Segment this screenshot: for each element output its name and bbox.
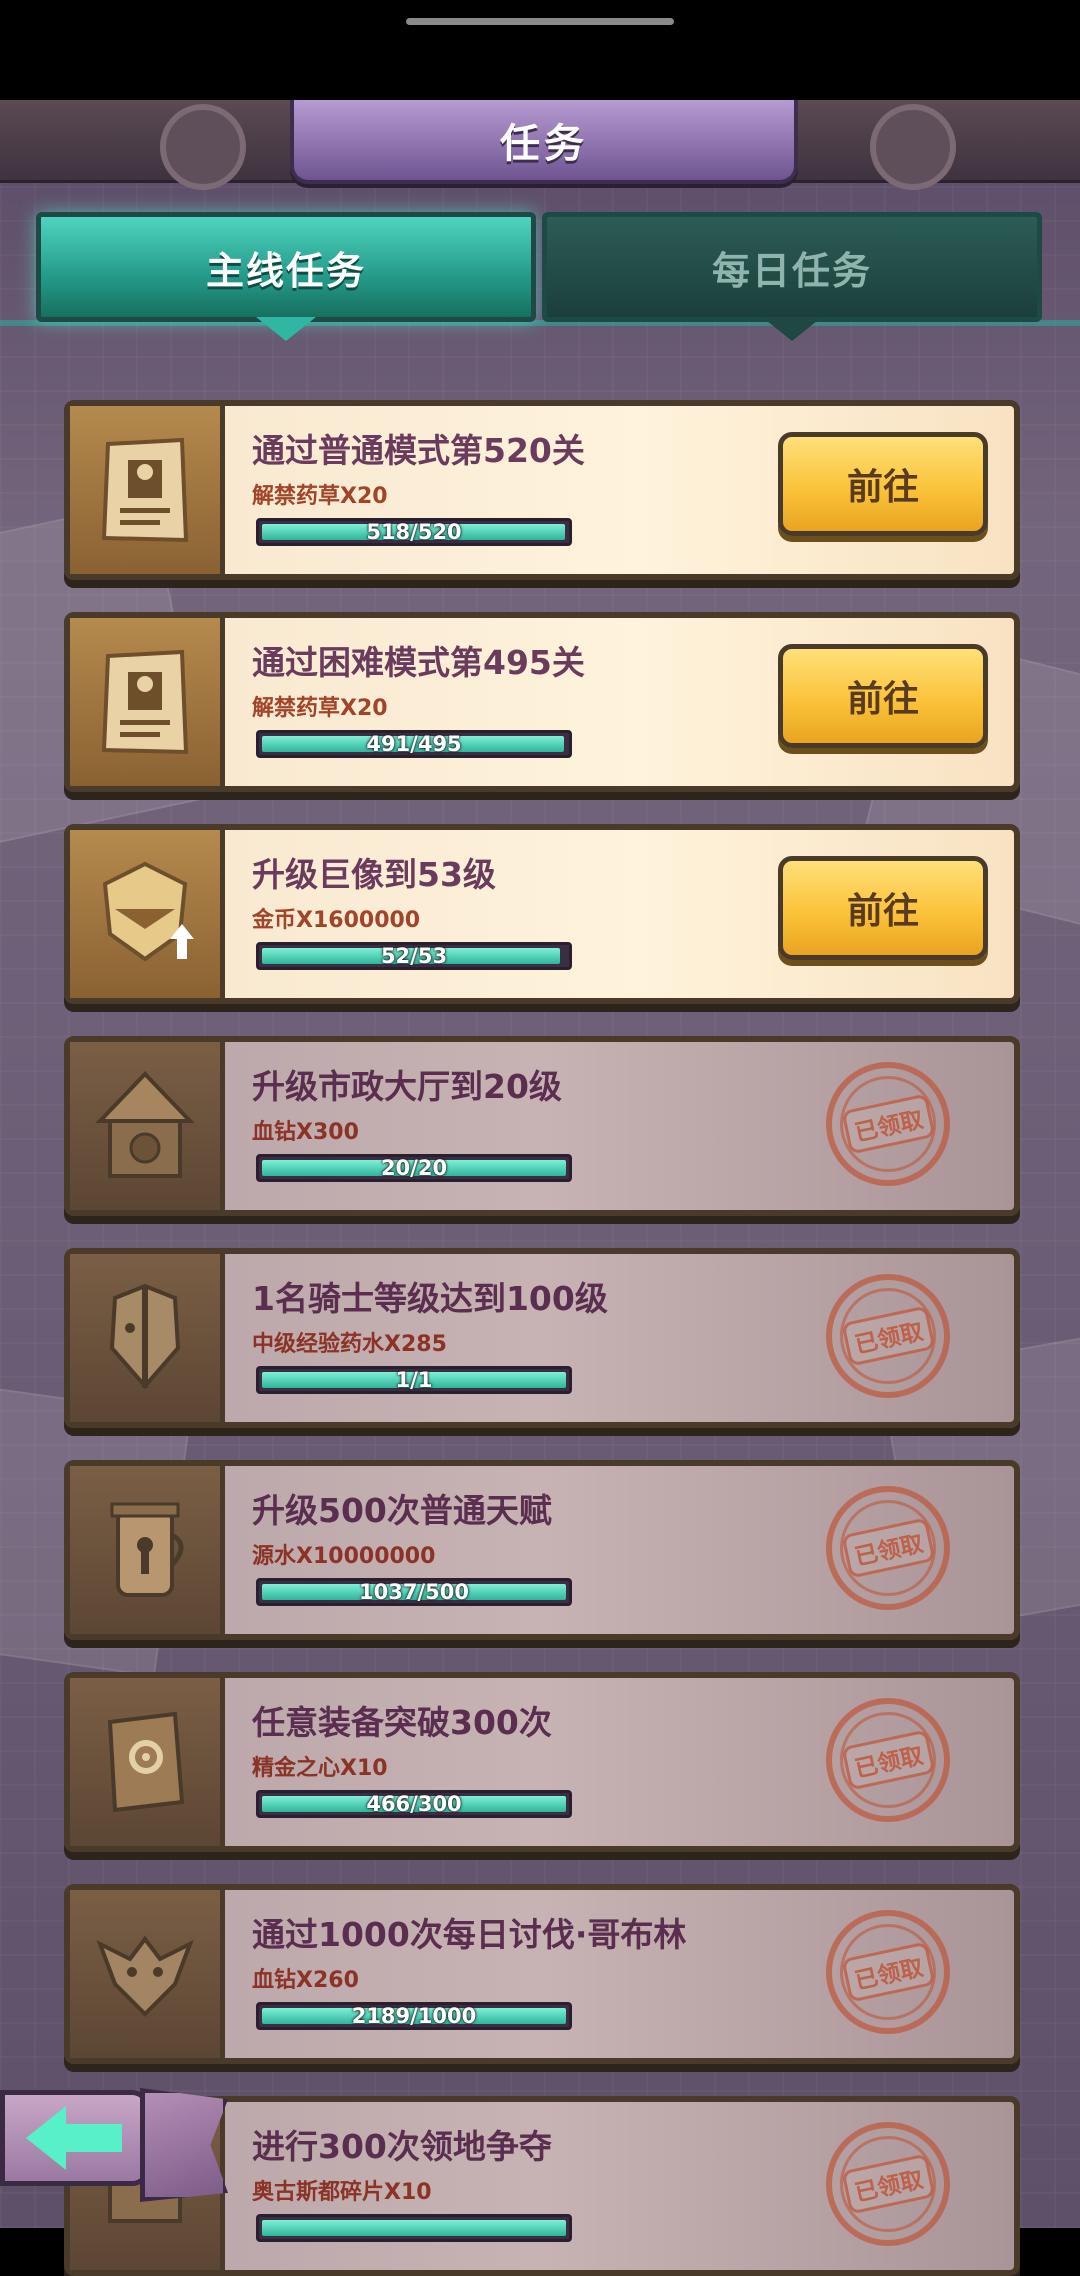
back-button[interactable]: [0, 2080, 228, 2202]
task-reward: 血钻X300: [252, 1120, 359, 1145]
claimed-stamp: 已领取: [826, 1698, 950, 1822]
progress-text: 20/20: [380, 1156, 448, 1180]
task-title: 通过困难模式第495关: [252, 643, 585, 682]
tab-pointer: [256, 317, 316, 341]
claimed-stamp-label: 已领取: [840, 1093, 936, 1155]
gear-decoration-icon: [870, 104, 956, 190]
potion-jar-icon: [70, 1466, 225, 1634]
tab-daily-quests[interactable]: 每日任务: [542, 212, 1042, 341]
flag-decoration-icon: [140, 2088, 228, 2202]
claimed-stamp: 已领取: [826, 1910, 950, 2034]
progress-text: 1037/500: [359, 1580, 469, 1604]
claimed-stamp-label: 已领取: [840, 1305, 936, 1367]
progress-text: [259, 2217, 569, 2239]
claimed-stamp-label: 已领取: [840, 1517, 936, 1579]
go-button[interactable]: 前往: [778, 856, 988, 960]
progress-bar: 20/20: [256, 1154, 572, 1182]
progress-text: 518/520: [366, 520, 462, 544]
task-title: 升级巨像到53级: [252, 855, 496, 894]
town-hall-icon: [70, 1042, 225, 1210]
task-title: 升级500次普通天赋: [252, 1491, 552, 1530]
status-bar: [0, 0, 1080, 100]
goblin-icon: [70, 1890, 225, 2058]
task-reward: 解禁药草X20: [252, 484, 388, 509]
task-title: 任意装备突破300次: [252, 1703, 552, 1742]
task-row[interactable]: 通过1000次每日讨伐·哥布林血钻X260 2189/1000 已领取: [64, 1884, 1020, 2064]
task-row[interactable]: 通过普通模式第520关解禁药草X20 518/520 前往: [64, 400, 1020, 580]
go-button-label: 前往: [846, 891, 919, 932]
task-reward: 解禁药草X20: [252, 696, 388, 721]
back-arrow-icon: [26, 2106, 66, 2170]
task-title: 进行300次领地争夺: [252, 2127, 552, 2166]
claimed-stamp: 已领取: [826, 1274, 950, 1398]
task-title: 通过1000次每日讨伐·哥布林: [252, 1915, 687, 1954]
task-reward: 金币X1600000: [252, 908, 421, 933]
go-button-label: 前往: [846, 679, 919, 720]
page-title: 任务: [500, 121, 588, 167]
progress-bar: 1/1: [256, 1366, 572, 1394]
claimed-stamp-label: 已领取: [840, 1729, 936, 1791]
task-title: 通过普通模式第520关: [252, 431, 585, 470]
title-banner: 任务: [290, 100, 798, 184]
claimed-stamp: 已领取: [826, 2122, 950, 2246]
progress-bar: 518/520: [256, 518, 572, 546]
progress-bar: [256, 2214, 572, 2242]
colossus-helmet-upgrade-icon: [70, 830, 225, 998]
task-row[interactable]: 升级500次普通天赋源水X10000000 1037/500 已领取: [64, 1460, 1020, 1640]
progress-text: 466/300: [366, 1792, 462, 1816]
claimed-stamp: 已领取: [826, 1062, 950, 1186]
progress-bar: 1037/500: [256, 1578, 572, 1606]
progress-bar: 466/300: [256, 1790, 572, 1818]
task-reward: 奥古斯都碎片X10: [252, 2180, 432, 2205]
tab-main-quests[interactable]: 主线任务: [36, 212, 536, 341]
task-row[interactable]: 升级巨像到53级金币X1600000 52/53 前往: [64, 824, 1020, 1004]
progress-text: 491/495: [366, 732, 462, 756]
back-arrow-icon-tail: [64, 2124, 122, 2152]
task-reward: 血钻X260: [252, 1968, 359, 1993]
task-row[interactable]: 1名骑士等级达到100级中级经验药水X285 1/1 已领取: [64, 1248, 1020, 1428]
task-title: 1名骑士等级达到100级: [252, 1279, 608, 1318]
go-button[interactable]: 前往: [778, 644, 988, 748]
tab-pointer: [762, 317, 822, 341]
clock-decoration-icon: [160, 104, 246, 190]
go-button[interactable]: 前往: [778, 432, 988, 536]
progress-bar: 491/495: [256, 730, 572, 758]
knight-portrait-icon: [70, 1254, 225, 1422]
progress-bar: 2189/1000: [256, 2002, 572, 2030]
tab-label: 主线任务: [205, 248, 366, 293]
claimed-stamp: 已领取: [826, 1486, 950, 1610]
wanted-poster-icon: [70, 406, 225, 574]
task-row[interactable]: 升级市政大厅到20级血钻X300 20/20 已领取: [64, 1036, 1020, 1216]
progress-text: 1/1: [395, 1368, 433, 1392]
task-title: 升级市政大厅到20级: [252, 1067, 562, 1106]
task-reward: 精金之心X10: [252, 1756, 388, 1781]
wanted-poster-icon: [70, 618, 225, 786]
gear-book-icon: [70, 1678, 225, 1846]
tab-label: 每日任务: [711, 248, 872, 293]
task-reward: 中级经验药水X285: [252, 1332, 447, 1357]
claimed-stamp-label: 已领取: [840, 1941, 936, 2003]
progress-text: 2189/1000: [351, 2004, 477, 2028]
home-indicator[interactable]: [406, 18, 674, 25]
go-button-label: 前往: [846, 467, 919, 508]
progress-bar: 52/53: [256, 942, 572, 970]
task-reward: 源水X10000000: [252, 1544, 436, 1569]
claimed-stamp-label: 已领取: [840, 2153, 936, 2215]
task-row[interactable]: 任意装备突破300次精金之心X10 466/300 已领取: [64, 1672, 1020, 1852]
task-row[interactable]: 通过困难模式第495关解禁药草X20 491/495 前往: [64, 612, 1020, 792]
progress-text: 52/53: [380, 944, 448, 968]
